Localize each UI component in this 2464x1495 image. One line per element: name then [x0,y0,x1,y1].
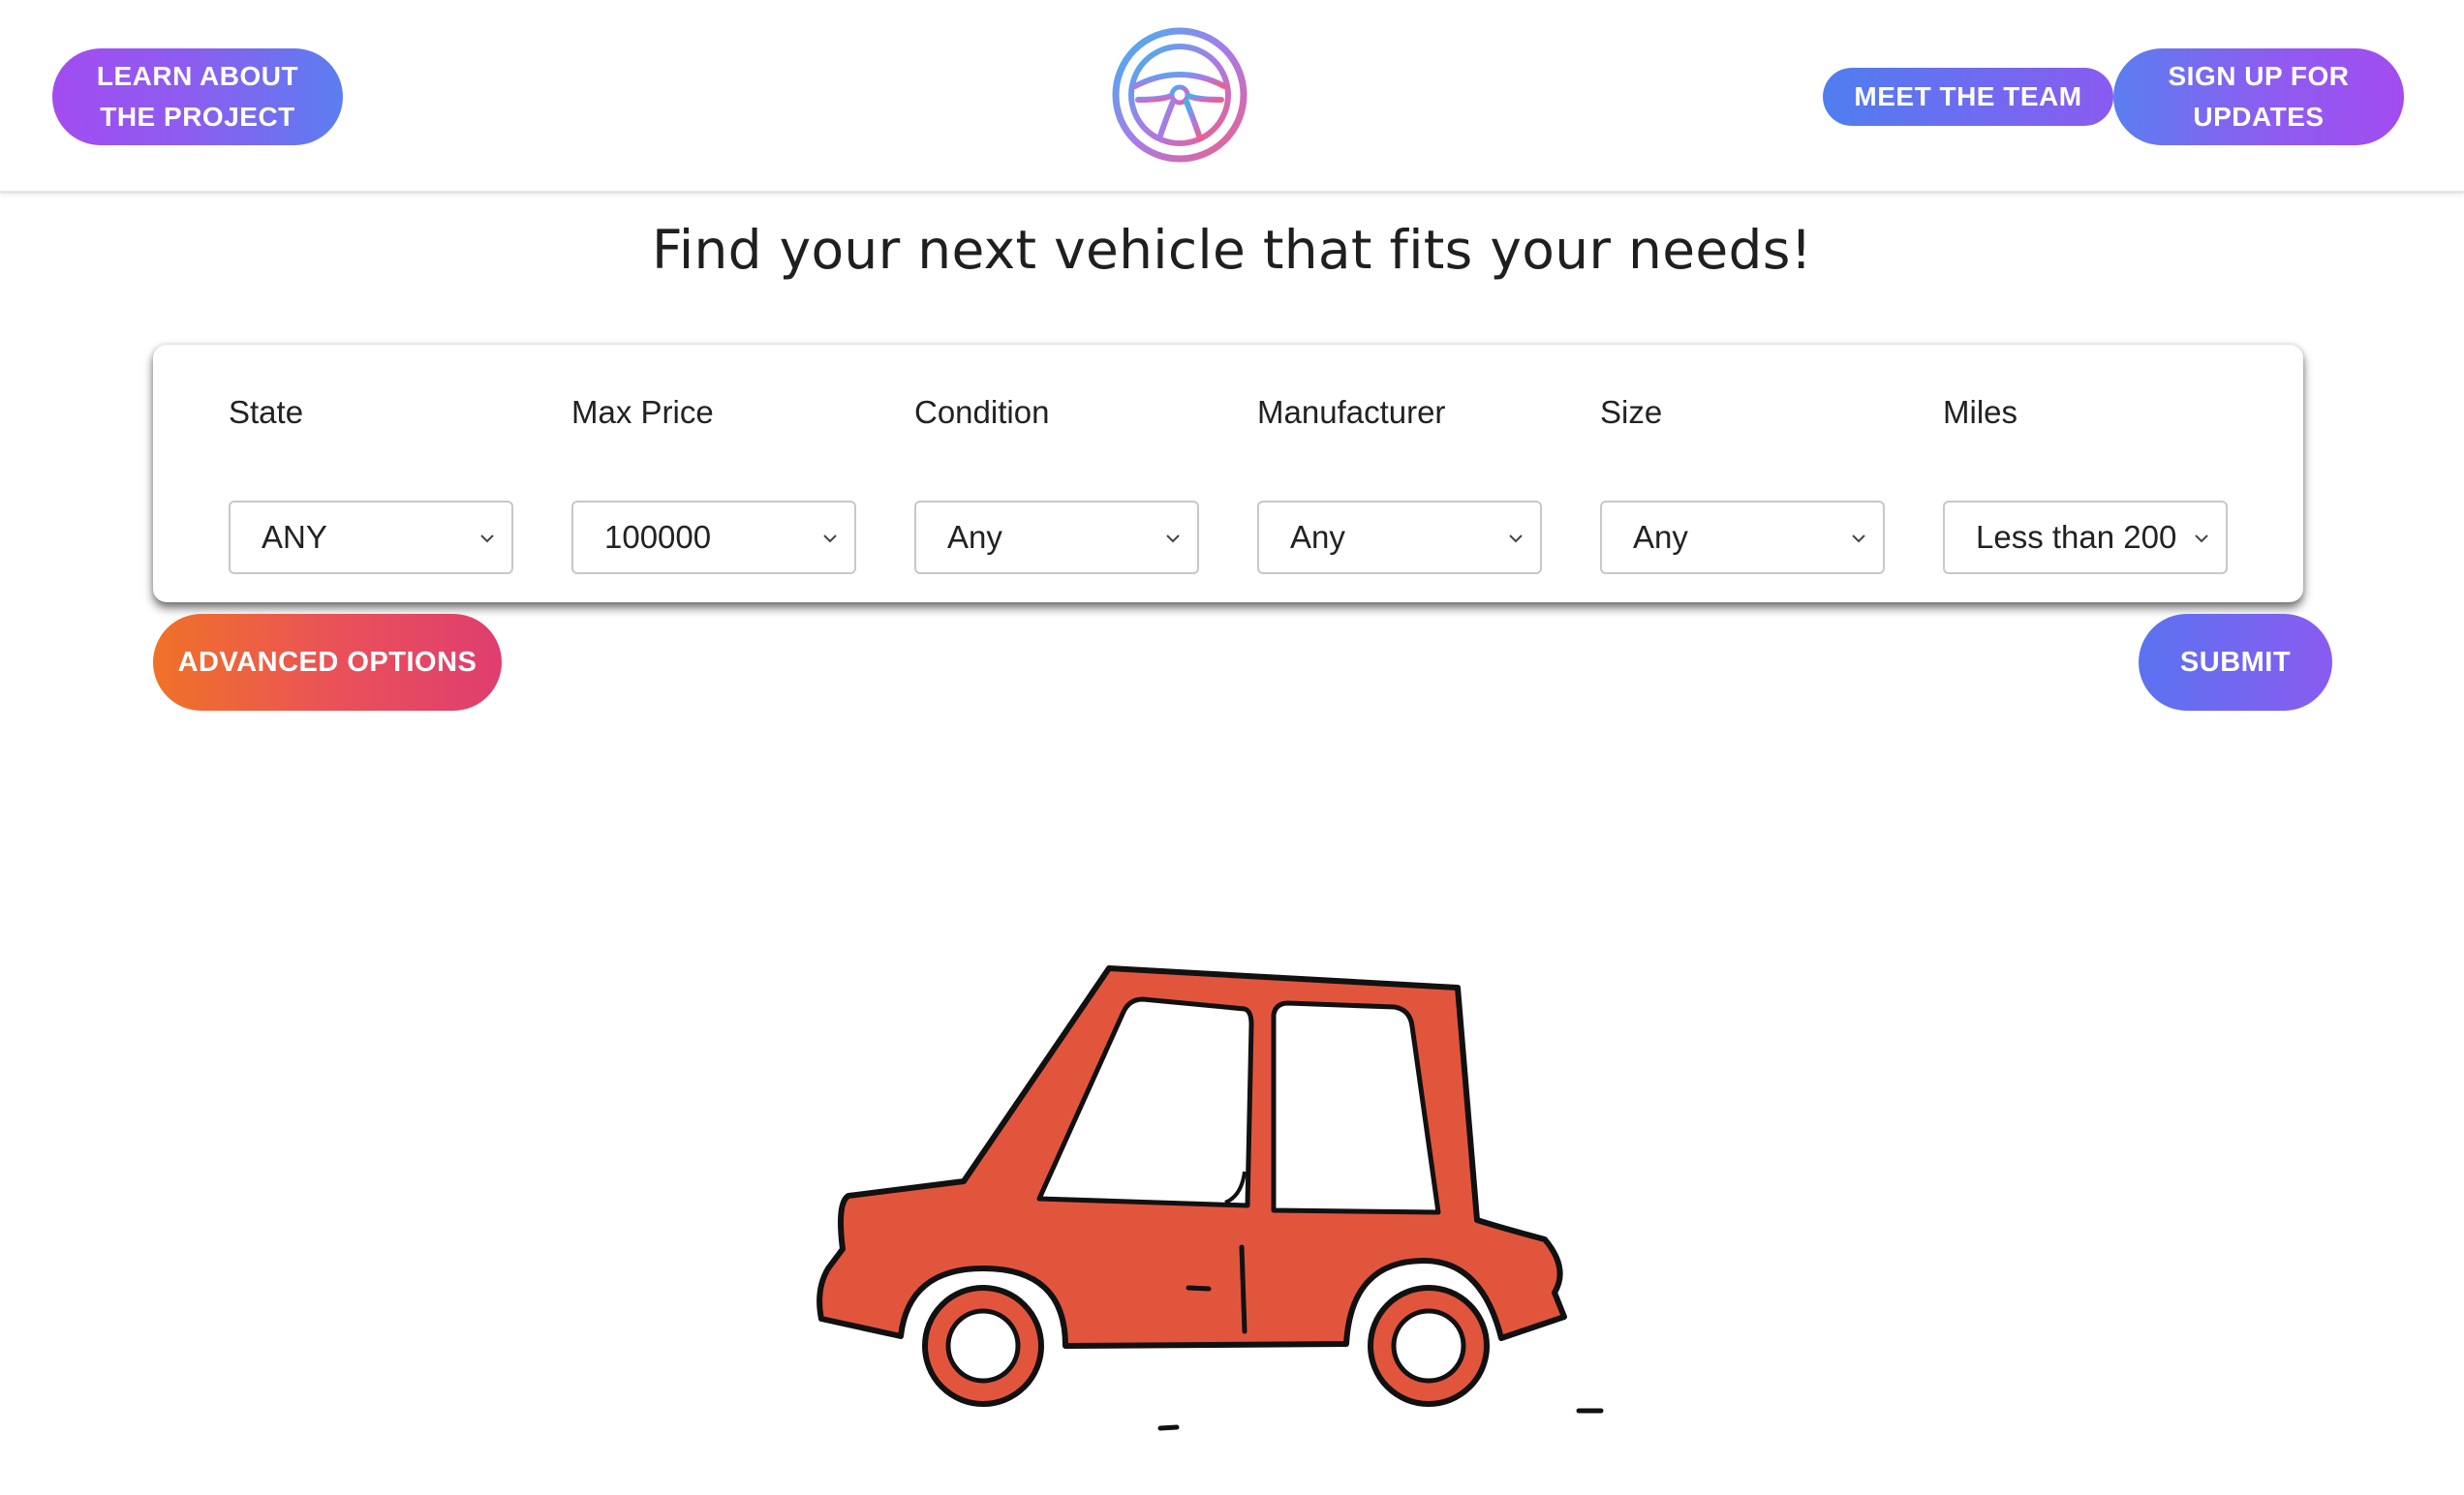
chevron-down-icon [2195,534,2208,543]
filter-condition-label: Condition [914,394,1050,430]
filter-state-label: State [229,394,304,430]
car-illustration [816,965,1604,1431]
filter-max-price: Max Price 100000 [571,393,856,574]
steering-wheel-icon[interactable] [1109,24,1250,166]
motion-line [1157,1424,1180,1431]
top-nav-bar: LEARN ABOUT THE PROJECT MEET THE TEAM SI… [0,0,2464,194]
state-select-value: ANY [262,519,327,555]
filter-miles: Miles Less than 200 [1943,393,2228,574]
filter-size: Size Any [1600,393,1885,574]
filter-miles-label: Miles [1943,394,2018,430]
chevron-down-icon [1852,534,1865,543]
condition-select[interactable]: Any [914,501,1199,574]
page-title: Find your next vehicle that fits your ne… [651,219,1813,281]
chevron-down-icon [1166,534,1180,543]
max-price-select-value: 100000 [604,519,712,555]
size-select[interactable]: Any [1600,501,1885,574]
car-body [816,965,1567,1349]
chevron-down-icon [480,534,494,543]
filter-size-label: Size [1600,394,1663,430]
chevron-down-icon [823,534,837,543]
filter-condition: Condition Any [914,393,1199,574]
submit-button[interactable]: SUBMIT [2139,614,2332,711]
manufacturer-select-value: Any [1290,519,1345,555]
miles-select[interactable]: Less than 200 [1943,501,2228,574]
filter-max-price-label: Max Price [571,394,714,430]
chevron-down-icon [1509,534,1523,543]
size-select-value: Any [1633,519,1688,555]
filter-manufacturer: Manufacturer Any [1257,393,1542,574]
filter-manufacturer-label: Manufacturer [1257,394,1446,430]
filter-state: State ANY [229,393,513,574]
condition-select-value: Any [947,519,1002,555]
sign-up-for-updates-button[interactable]: SIGN UP FOR UPDATES [2113,48,2404,145]
advanced-options-button[interactable]: ADVANCED OPTIONS [153,614,502,711]
miles-select-value: Less than 200 [1976,519,2177,555]
state-select[interactable]: ANY [229,501,513,574]
rear-wheel [922,1285,1044,1407]
front-wheel [1368,1285,1490,1407]
max-price-select[interactable]: 100000 [571,501,856,574]
meet-the-team-button[interactable]: MEET THE TEAM [1823,68,2113,126]
manufacturer-select[interactable]: Any [1257,501,1542,574]
search-filters-card: State ANY Max Price 100000 Condition Any… [153,345,2303,602]
learn-about-project-button[interactable]: LEARN ABOUT THE PROJECT [52,48,343,145]
